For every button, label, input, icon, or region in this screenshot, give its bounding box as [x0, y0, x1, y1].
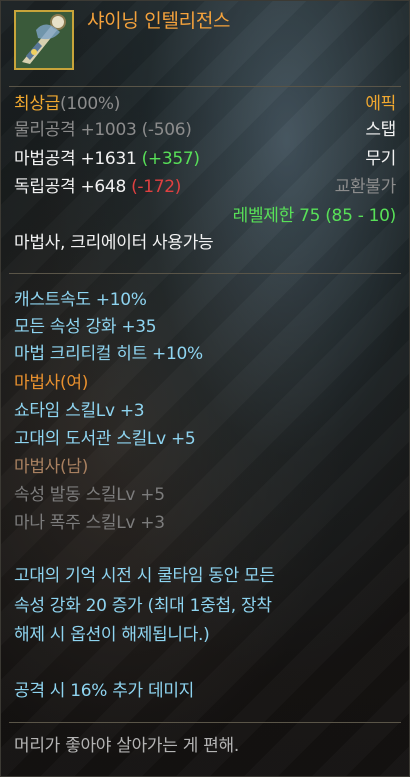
independent-attack-stat: 독립공격 +648 [14, 177, 126, 197]
level-limit-row: 레벨제한 75 (85 - 10) [14, 203, 397, 229]
flavor-text: 머리가 좋아야 살아가는 게 편해. [14, 736, 239, 756]
skill-bonus-line-inactive: 마나 폭주 스킬Lv +3 [14, 513, 165, 533]
divider [9, 86, 401, 87]
item-grade-percent: (100%) [60, 94, 121, 114]
special-option-line: 해제 시 옵션이 해제됩니다.) [14, 625, 210, 645]
divider [9, 273, 401, 274]
item-name: 샤이닝 인텔리전스 [87, 10, 231, 32]
skill-bonus-line: 고대의 도서관 스킬Lv +5 [14, 429, 196, 449]
skill-bonus-line-inactive: 속성 발동 스킬Lv +5 [14, 485, 165, 505]
option-line: 모든 속성 강화 +35 [14, 317, 157, 337]
physical-attack-stat: 물리공격 +1003 [14, 120, 137, 140]
bonus-damage-line: 공격 시 16% 추가 데미지 [14, 681, 195, 701]
usable-classes: 마법사, 크리에이터 사용가능 [14, 233, 214, 253]
class-female-title: 마법사(여) [14, 373, 89, 393]
physical-attack-row: 물리공격 +1003 (-506) 스탭 [14, 117, 396, 143]
special-option-line: 고대의 기억 시전 시 쿨타임 동안 모든 [14, 566, 275, 586]
option-line: 마법 크리티컬 히트 +10% [14, 344, 203, 364]
magic-attack-diff: (+357) [141, 149, 200, 169]
item-category: 무기 [365, 149, 396, 169]
item-grade: 최상급 [14, 94, 61, 114]
grade-row: 최상급(100%) 에픽 [14, 91, 396, 117]
independent-attack-row: 독립공격 +648 (-172) 교환불가 [14, 174, 396, 200]
item-type: 스탭 [365, 120, 396, 140]
magic-attack-stat: 마법공격 +1631 [14, 149, 137, 169]
physical-attack-diff: (-506) [141, 120, 192, 140]
independent-attack-diff: (-172) [131, 177, 182, 197]
special-option-line: 속성 강화 20 증가 (최대 1중첩, 장착 [14, 596, 272, 616]
staff-item-icon [14, 10, 74, 70]
option-line: 캐스트속도 +10% [14, 290, 147, 310]
level-limit: 레벨제한 75 (85 - 10) [232, 206, 397, 226]
skill-bonus-line: 쇼타임 스킬Lv +3 [14, 401, 145, 421]
trade-status: 교환불가 [334, 177, 397, 197]
item-tooltip: 샤이닝 인텔리전스 최상급(100%) 에픽 물리공격 +1003 (-506)… [0, 0, 410, 777]
magic-attack-row: 마법공격 +1631 (+357) 무기 [14, 146, 396, 172]
class-male-title: 마법사(남) [14, 457, 89, 477]
usable-class-row: 마법사, 크리에이터 사용가능 [14, 230, 396, 256]
tooltip-header: 샤이닝 인텔리전스 [1, 1, 409, 83]
divider [9, 722, 401, 723]
item-rarity: 에픽 [365, 94, 396, 114]
